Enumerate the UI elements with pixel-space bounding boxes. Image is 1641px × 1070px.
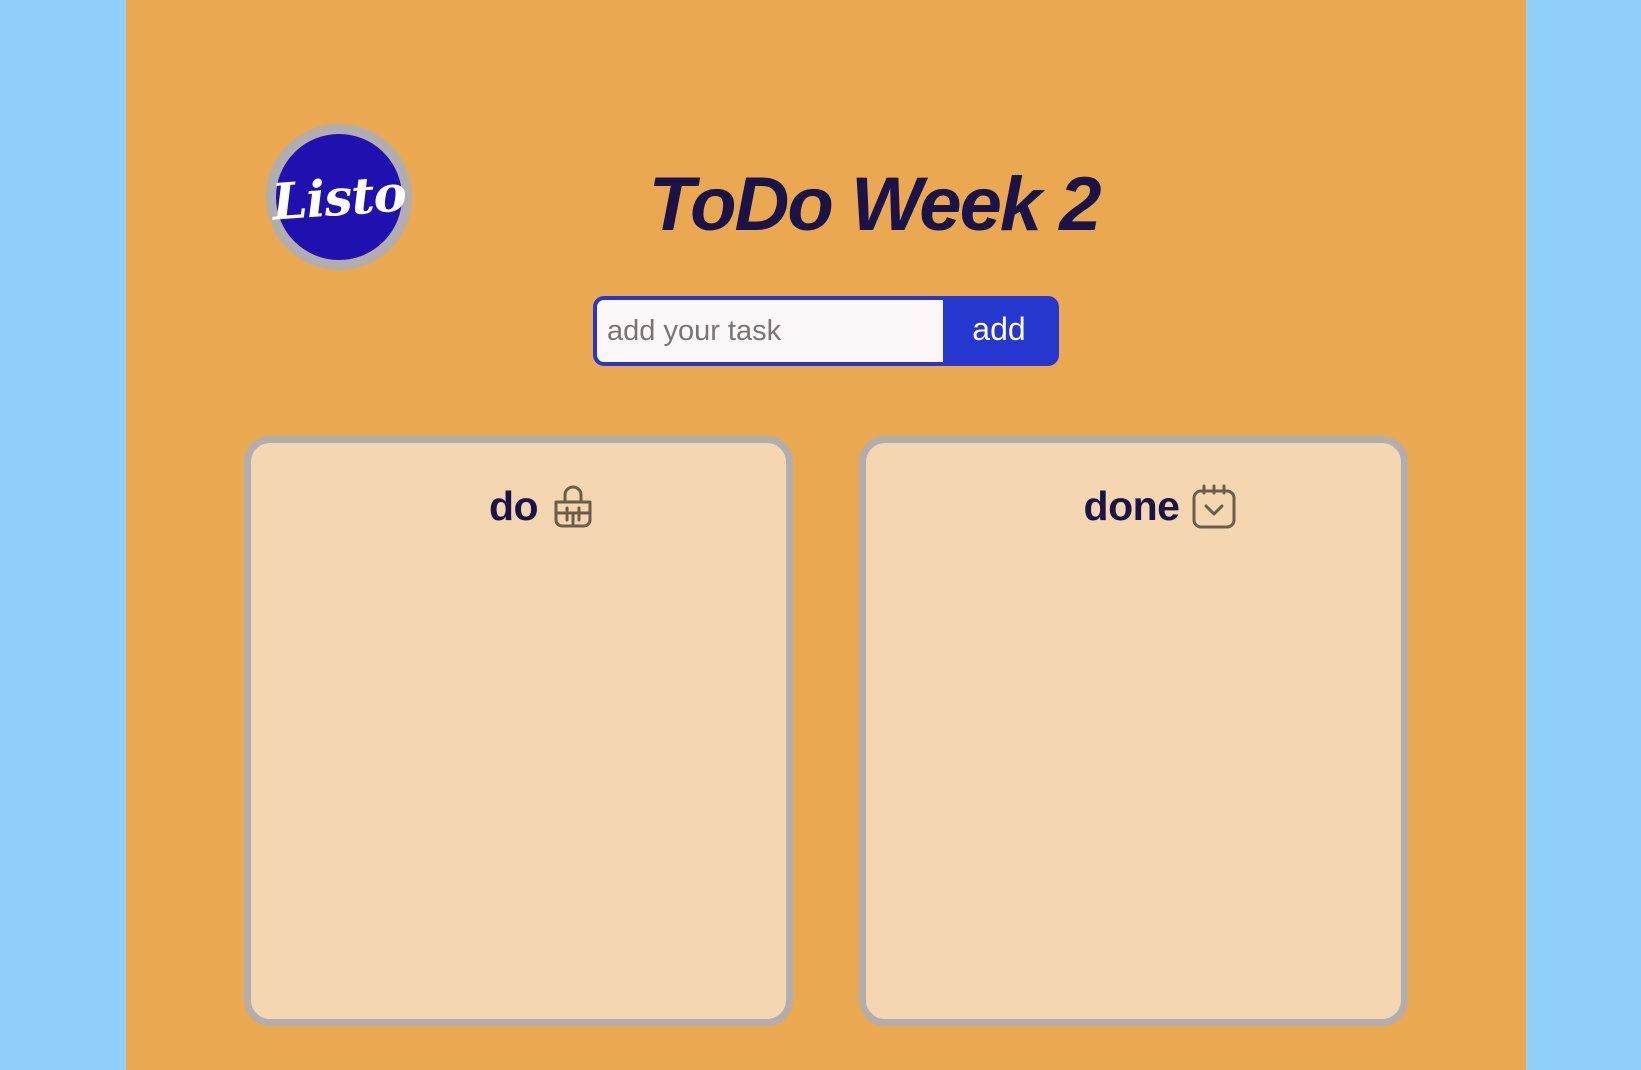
add-button[interactable]: add [943,300,1055,362]
do-panel: do [244,436,793,1026]
do-panel-header: do [251,483,786,530]
page-container: Listo ToDo Week 2 add do done [126,0,1526,1070]
do-panel-title: do [488,483,539,529]
calendar-check-icon [1191,484,1237,530]
done-panel-header: done [866,483,1401,530]
shopping-bag-icon [550,484,596,530]
done-panel: done [859,436,1408,1026]
logo-text: Listo [270,162,408,232]
page-title: ToDo Week 2 [648,162,1102,247]
task-input[interactable] [597,300,943,362]
done-panel-title: done [1083,483,1180,529]
logo: Listo [266,124,412,270]
add-task-form: add [593,296,1059,366]
